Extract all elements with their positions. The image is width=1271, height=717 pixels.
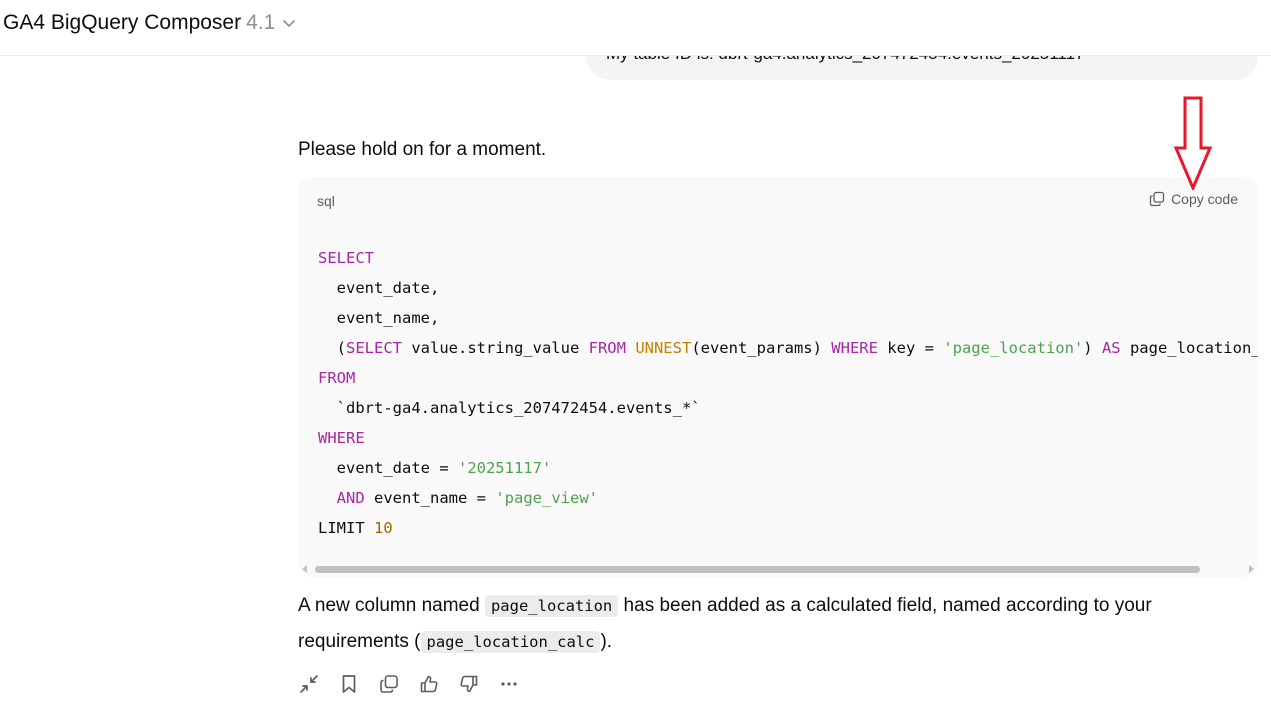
model-version: 4.1 bbox=[246, 11, 276, 34]
red-down-arrow-icon bbox=[1174, 96, 1212, 190]
code-token: '20251117' bbox=[457, 459, 552, 477]
code-line: `dbrt-ga4.analytics_207472454.events_*` bbox=[318, 393, 1258, 423]
code-line: (SELECT value.string_value FROM UNNEST(e… bbox=[318, 333, 1258, 363]
assistant-intro-text: Please hold on for a moment. bbox=[298, 139, 547, 160]
code-token: `dbrt-ga4.analytics_207472454.events_*` bbox=[318, 399, 701, 417]
code-line: AND event_name = 'page_view' bbox=[318, 483, 1258, 513]
inline-code-page-location: page_location bbox=[484, 595, 619, 617]
code-language-label: sql bbox=[317, 193, 335, 209]
scroll-left-arrow-icon[interactable] bbox=[302, 565, 307, 573]
explanation-text-3: ). bbox=[600, 631, 613, 652]
more-actions-button[interactable] bbox=[498, 672, 520, 696]
code-token: WHERE bbox=[318, 429, 365, 447]
code-token: 'page_location' bbox=[943, 339, 1084, 357]
code-token: FROM bbox=[588, 339, 626, 357]
code-line: SELECT bbox=[318, 243, 1258, 273]
thumbs-up-icon bbox=[420, 675, 438, 693]
code-token: page_location_calc bbox=[1129, 339, 1258, 357]
assistant-explanation: A new column named page_location has bee… bbox=[298, 588, 1258, 660]
code-line: event_date = '20251117' bbox=[318, 453, 1258, 483]
collapse-icon bbox=[300, 675, 318, 693]
code-block: sql Copy code SELECT event_date, event_n… bbox=[298, 177, 1258, 577]
copy-code-button[interactable]: Copy code bbox=[1149, 191, 1238, 207]
explanation-text-1: A new column named bbox=[298, 595, 485, 616]
message-actions bbox=[298, 672, 538, 696]
thumbs-down-icon bbox=[460, 675, 478, 693]
copy-message-button[interactable] bbox=[378, 672, 400, 696]
code-line: WHERE bbox=[318, 423, 1258, 453]
code-line: FROM bbox=[318, 363, 1258, 393]
collapse-button[interactable] bbox=[298, 672, 320, 696]
thumbs-down-button[interactable] bbox=[458, 672, 480, 696]
chevron-down-icon bbox=[283, 20, 296, 27]
code-content: SELECT event_date, event_name, (SELECT v… bbox=[318, 243, 1258, 543]
thumbs-up-button[interactable] bbox=[418, 672, 440, 696]
code-token: LIMIT bbox=[318, 519, 374, 537]
model-name: GA4 BigQuery Composer bbox=[3, 11, 242, 34]
code-token: AND bbox=[336, 489, 365, 507]
inline-code-page-location-calc: page_location_calc bbox=[420, 631, 601, 653]
code-token: event_name = bbox=[364, 489, 496, 507]
code-token: FROM bbox=[318, 369, 356, 387]
copy-code-label: Copy code bbox=[1171, 191, 1238, 207]
code-token: UNNEST bbox=[635, 339, 692, 357]
code-line: LIMIT 10 bbox=[318, 513, 1258, 543]
code-token: 10 bbox=[374, 519, 393, 537]
more-icon bbox=[501, 682, 517, 686]
code-line: event_name, bbox=[318, 303, 1258, 333]
code-token: SELECT bbox=[346, 339, 402, 357]
code-token: (event_params) bbox=[691, 339, 832, 357]
bookmark-button[interactable] bbox=[338, 672, 360, 696]
copy-icon bbox=[380, 675, 398, 693]
code-token: value.string_value bbox=[402, 339, 589, 357]
code-token: event_name, bbox=[318, 309, 440, 327]
code-token: 'page_view' bbox=[495, 489, 598, 507]
code-token: ( bbox=[318, 339, 346, 357]
code-token: event_date = bbox=[318, 459, 458, 477]
model-switcher[interactable]: GA4 BigQuery Composer 4.1 bbox=[3, 11, 296, 35]
code-line: event_date, bbox=[318, 273, 1258, 303]
code-token: event_date, bbox=[318, 279, 440, 297]
code-token: WHERE bbox=[831, 339, 878, 357]
scroll-right-arrow-icon[interactable] bbox=[1249, 565, 1254, 573]
code-token: SELECT bbox=[318, 249, 374, 267]
bookmark-icon bbox=[342, 675, 356, 693]
code-token: AS bbox=[1101, 339, 1121, 357]
copy-icon bbox=[1149, 191, 1165, 207]
scrollbar-thumb[interactable] bbox=[315, 566, 1200, 573]
horizontal-scrollbar[interactable] bbox=[298, 563, 1258, 575]
top-bar: GA4 BigQuery Composer 4.1 bbox=[0, 0, 1271, 56]
code-token: ) bbox=[1083, 339, 1102, 357]
code-token: key = bbox=[877, 339, 944, 357]
